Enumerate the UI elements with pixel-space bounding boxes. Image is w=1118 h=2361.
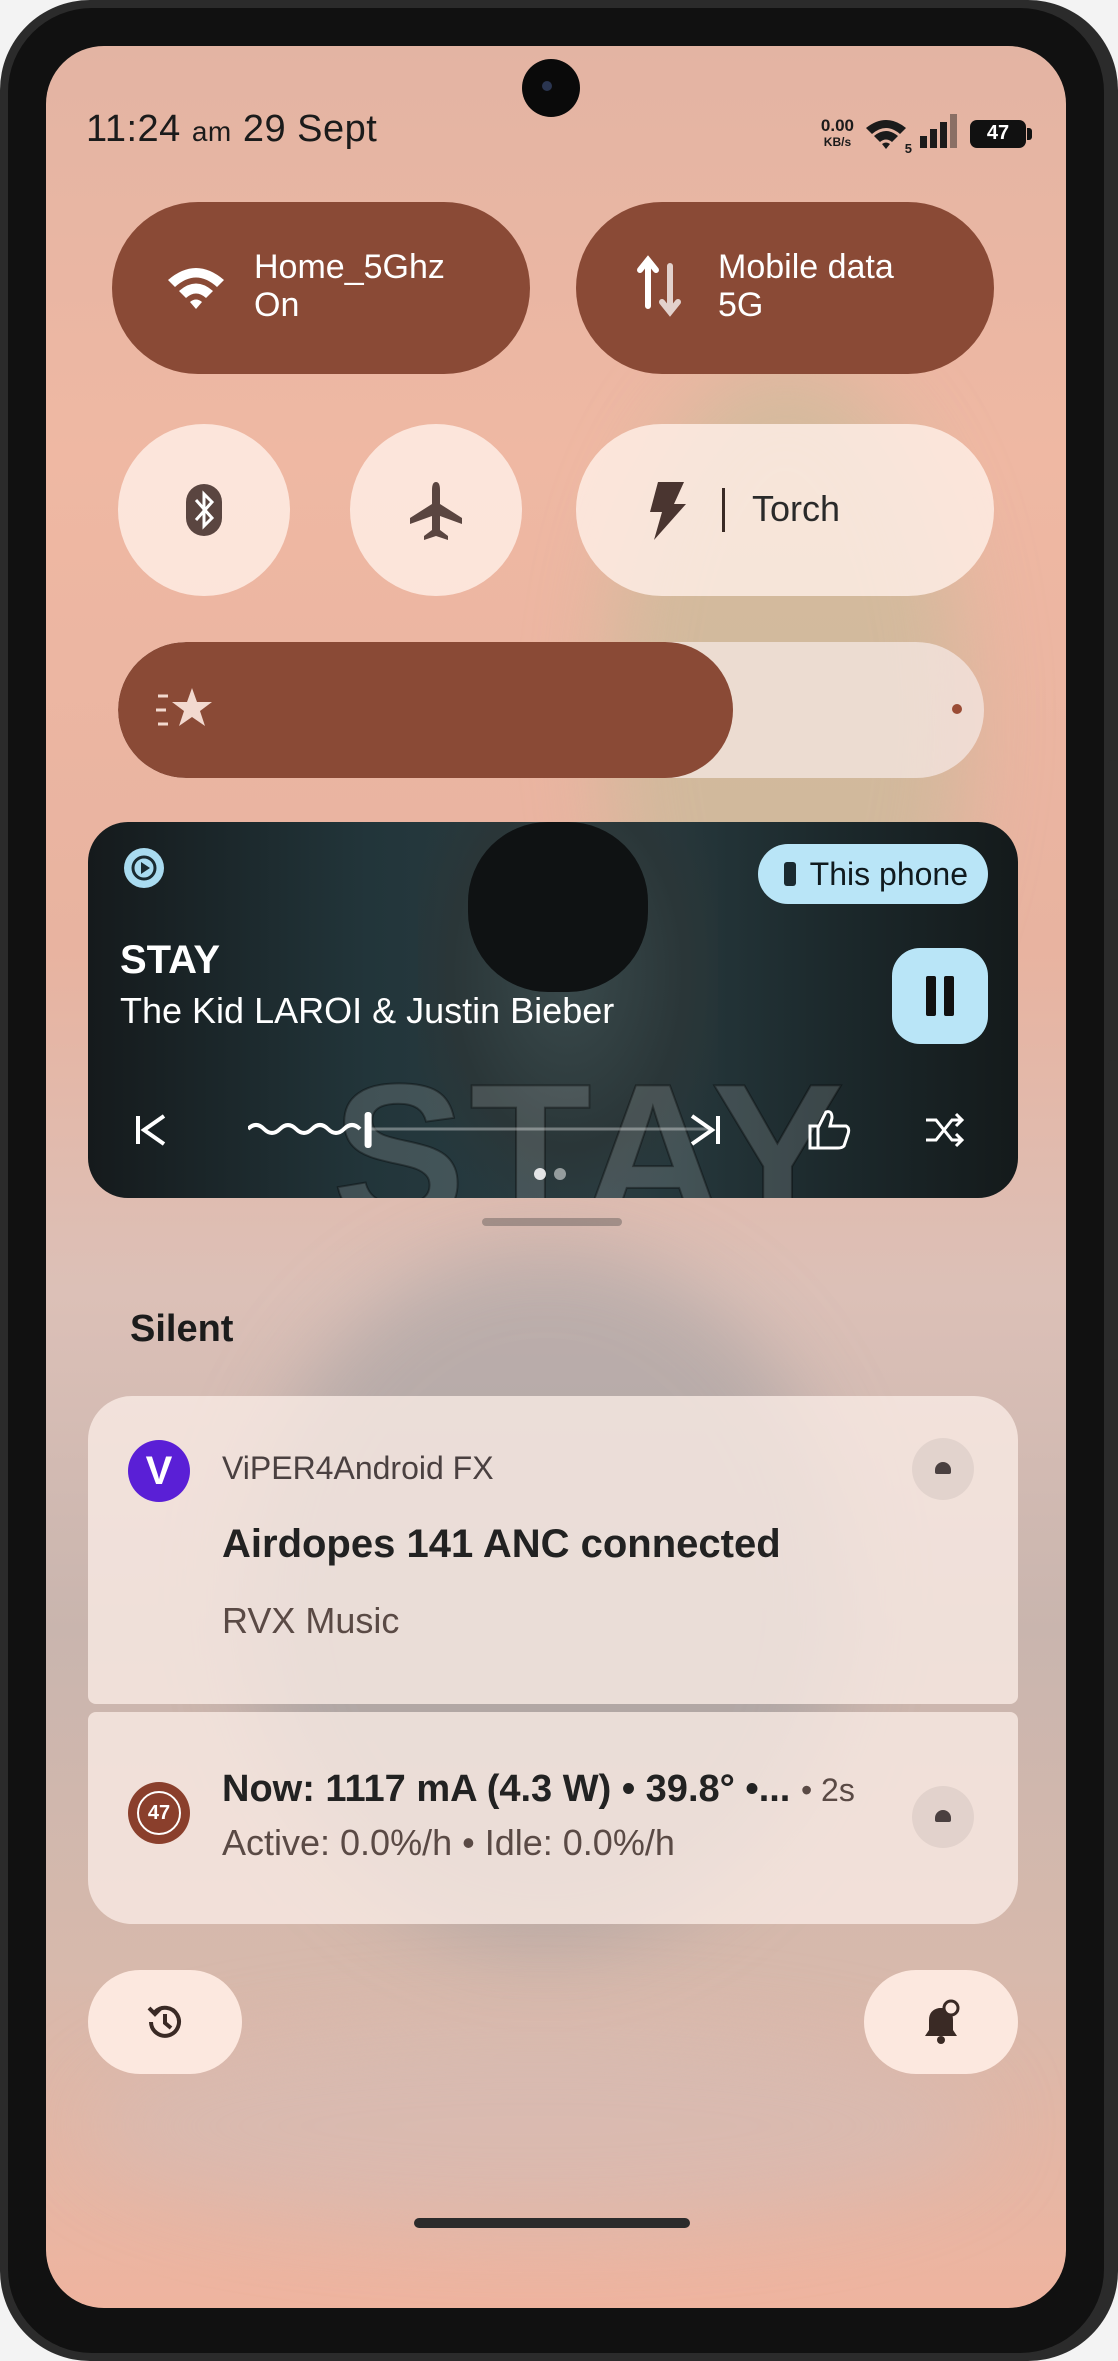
track-title: STAY	[120, 938, 221, 982]
notification-text: Active: 0.0%/h • Idle: 0.0%/h	[222, 1822, 675, 1863]
shuffle-icon[interactable]	[922, 1108, 966, 1152]
mobile-data-tile[interactable]: Mobile data 5G	[576, 202, 994, 374]
media-player[interactable]: STAY This phone STAY The Kid LAROI & Jus…	[88, 822, 1018, 1198]
battery-monitor-icon: 47	[128, 1782, 190, 1844]
brightness-star-icon	[156, 688, 212, 726]
notification-settings-button[interactable]	[864, 1970, 1018, 2074]
torch-tile[interactable]: Torch	[576, 424, 994, 596]
bell-settings-icon	[925, 1999, 960, 2044]
volume-button	[1108, 760, 1118, 900]
power-button	[1108, 1060, 1118, 1360]
brightness-end-dot	[952, 704, 962, 714]
status-icons: 0.00 KB/s 5 47	[821, 114, 1032, 156]
torch-divider	[722, 488, 725, 532]
torch-label: Torch	[752, 488, 841, 529]
speed-value: 0.00	[820, 115, 854, 135]
pause-icon	[944, 976, 954, 1016]
wifi-icon	[168, 268, 224, 309]
notification-title: Airdopes 141 ANC connected	[222, 1522, 781, 1566]
battery-badge: 47	[137, 1791, 181, 1835]
date-text: 29 Sept	[242, 108, 378, 150]
flash-icon	[650, 482, 686, 540]
notification-history-button[interactable]	[88, 1970, 242, 2074]
pause-icon	[926, 976, 936, 1016]
previous-icon[interactable]	[128, 1108, 172, 1152]
speed-unit: KB/s	[823, 134, 852, 149]
bluetooth-icon	[186, 484, 222, 536]
notification-time: • 2s	[800, 1772, 855, 1808]
wifi-generation: 5	[904, 140, 912, 156]
notification-viper[interactable]: V ViPER4Android FX Airdopes 141 ANC conn…	[88, 1396, 1018, 1704]
wifi-ssid: Home_5Ghz	[254, 248, 445, 286]
notification-title: Now: 1117 mA (4.3 W) • 39.8° •... • 2s	[222, 1768, 855, 1811]
network-speed: 0.00 KB/s	[821, 117, 854, 151]
expand-button[interactable]	[912, 1786, 974, 1848]
shade-drag-handle[interactable]	[482, 1218, 622, 1226]
wifi-tile[interactable]: Home_5Ghz On	[112, 202, 530, 374]
wifi-icon: 5	[864, 116, 912, 156]
ampm-text: am	[191, 116, 232, 147]
album-art-figure	[468, 822, 648, 992]
track-artist: The Kid LAROI & Justin Bieber	[120, 990, 615, 1031]
battery-level: 47	[986, 122, 1010, 144]
notification-app-name: ViPER4Android FX	[222, 1450, 494, 1486]
battery-stats: Now: 1117 mA (4.3 W) • 39.8° •...	[222, 1768, 791, 1810]
status-bar: 11:24 am 29 Sept 0.00 KB/s 5 47	[86, 108, 1032, 168]
viper-app-icon: V	[128, 1440, 190, 1502]
pause-button[interactable]	[892, 948, 988, 1044]
mobile-data-icon	[637, 255, 681, 317]
expand-button[interactable]	[912, 1438, 974, 1500]
next-icon[interactable]	[684, 1108, 728, 1152]
media-pager	[534, 1168, 566, 1180]
battery-icon: 47	[970, 119, 1032, 148]
mobile-data-label: Mobile data	[718, 248, 894, 286]
airplane-icon	[410, 482, 462, 540]
output-device-chip[interactable]: This phone	[757, 844, 988, 904]
signal-icon	[918, 114, 960, 153]
phone-icon	[783, 862, 796, 886]
wifi-state: On	[254, 286, 300, 324]
airplane-mode-tile[interactable]	[350, 424, 522, 596]
section-header-silent: Silent	[130, 1308, 234, 1350]
clock[interactable]: 11:24 am 29 Sept	[86, 108, 377, 151]
pager-dot	[534, 1168, 546, 1180]
media-app-icon	[124, 848, 164, 888]
notification-text: RVX Music	[222, 1600, 400, 1641]
bluetooth-tile[interactable]	[118, 424, 290, 596]
gesture-nav-bar[interactable]	[414, 2218, 690, 2228]
time-text: 11:24	[86, 108, 181, 150]
mobile-data-state: 5G	[718, 286, 764, 324]
notification-shade: 11:24 am 29 Sept 0.00 KB/s 5 47 Home_5Gh…	[46, 46, 1066, 2308]
pager-dot	[554, 1168, 566, 1180]
output-device-label: This phone	[809, 856, 968, 892]
notification-battery[interactable]: 47 Now: 1117 mA (4.3 W) • 39.8° •... • 2…	[88, 1712, 1018, 1924]
thumbs-up-icon[interactable]	[804, 1104, 854, 1154]
brightness-slider[interactable]	[118, 642, 984, 778]
history-icon	[147, 2005, 181, 2038]
